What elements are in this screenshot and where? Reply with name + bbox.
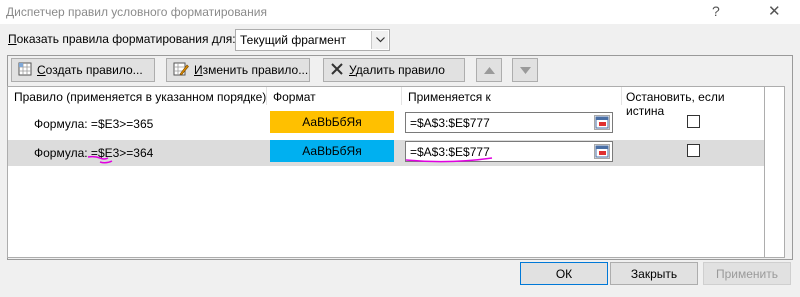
- rules-grid: Правило (применяется в указанном порядке…: [7, 86, 765, 258]
- column-header-stop-if-true: Остановить, если истина: [626, 90, 725, 118]
- format-preview[interactable]: АаВbБбЯя: [270, 140, 394, 162]
- close-window-button[interactable]: ✕: [768, 2, 781, 20]
- applies-to-value: =$A$3:$E$777: [410, 145, 490, 159]
- move-down-button[interactable]: [512, 58, 538, 82]
- edit-rule-label: Изменить правило...: [194, 63, 309, 77]
- apply-button[interactable]: Применить: [703, 262, 791, 285]
- format-preview[interactable]: АаВbБбЯя: [270, 111, 394, 133]
- stop-if-true-checkbox[interactable]: [687, 144, 700, 157]
- column-divider: [266, 87, 267, 105]
- triangle-up-icon: [483, 63, 495, 77]
- stop-if-true-checkbox[interactable]: [687, 115, 700, 128]
- help-button[interactable]: ?: [712, 3, 720, 19]
- collapse-dialog-icon[interactable]: [594, 144, 610, 159]
- title-bar: Диспетчер правил условного форматировани…: [0, 0, 800, 24]
- applies-to-value: =$A$3:$E$777: [410, 116, 490, 130]
- column-divider: [401, 87, 402, 105]
- new-rule-icon: [18, 62, 32, 79]
- applies-to-field[interactable]: =$A$3:$E$777: [405, 141, 613, 162]
- show-rules-selected: Текущий фрагмент: [240, 33, 346, 47]
- ok-button[interactable]: ОК: [520, 262, 608, 285]
- show-rules-label: Показать правила форматирования для:: [8, 32, 236, 46]
- collapse-dialog-icon[interactable]: [594, 115, 610, 130]
- create-rule-label: Создать правило...: [37, 63, 143, 77]
- create-rule-button[interactable]: Создать правило...: [11, 58, 155, 82]
- triangle-down-icon: [519, 63, 531, 77]
- column-header-rule: Правило (применяется в указанном порядке…: [14, 90, 267, 104]
- column-divider: [621, 87, 622, 105]
- move-up-button[interactable]: [476, 58, 502, 82]
- column-header-format: Формат: [273, 90, 316, 104]
- edit-rule-icon: [173, 62, 189, 79]
- rule-formula[interactable]: Формула: =$E3>=365: [34, 117, 153, 131]
- edit-rule-button[interactable]: Изменить правило...: [166, 58, 310, 82]
- chevron-down-icon[interactable]: [371, 31, 388, 49]
- show-rules-dropdown[interactable]: Текущий фрагмент: [235, 29, 390, 51]
- column-header-applies-to: Применяется к: [408, 90, 491, 104]
- delete-icon: [330, 62, 344, 79]
- applies-to-field[interactable]: =$A$3:$E$777: [405, 112, 613, 133]
- delete-rule-button[interactable]: Удалить правило: [323, 58, 465, 82]
- rule-formula[interactable]: Формула: =$E3>=364: [34, 146, 153, 160]
- close-button[interactable]: Закрыть: [610, 262, 698, 285]
- vertical-scrollbar[interactable]: [765, 86, 785, 258]
- delete-rule-label: Удалить правило: [349, 63, 445, 77]
- window-title: Диспетчер правил условного форматировани…: [6, 5, 267, 19]
